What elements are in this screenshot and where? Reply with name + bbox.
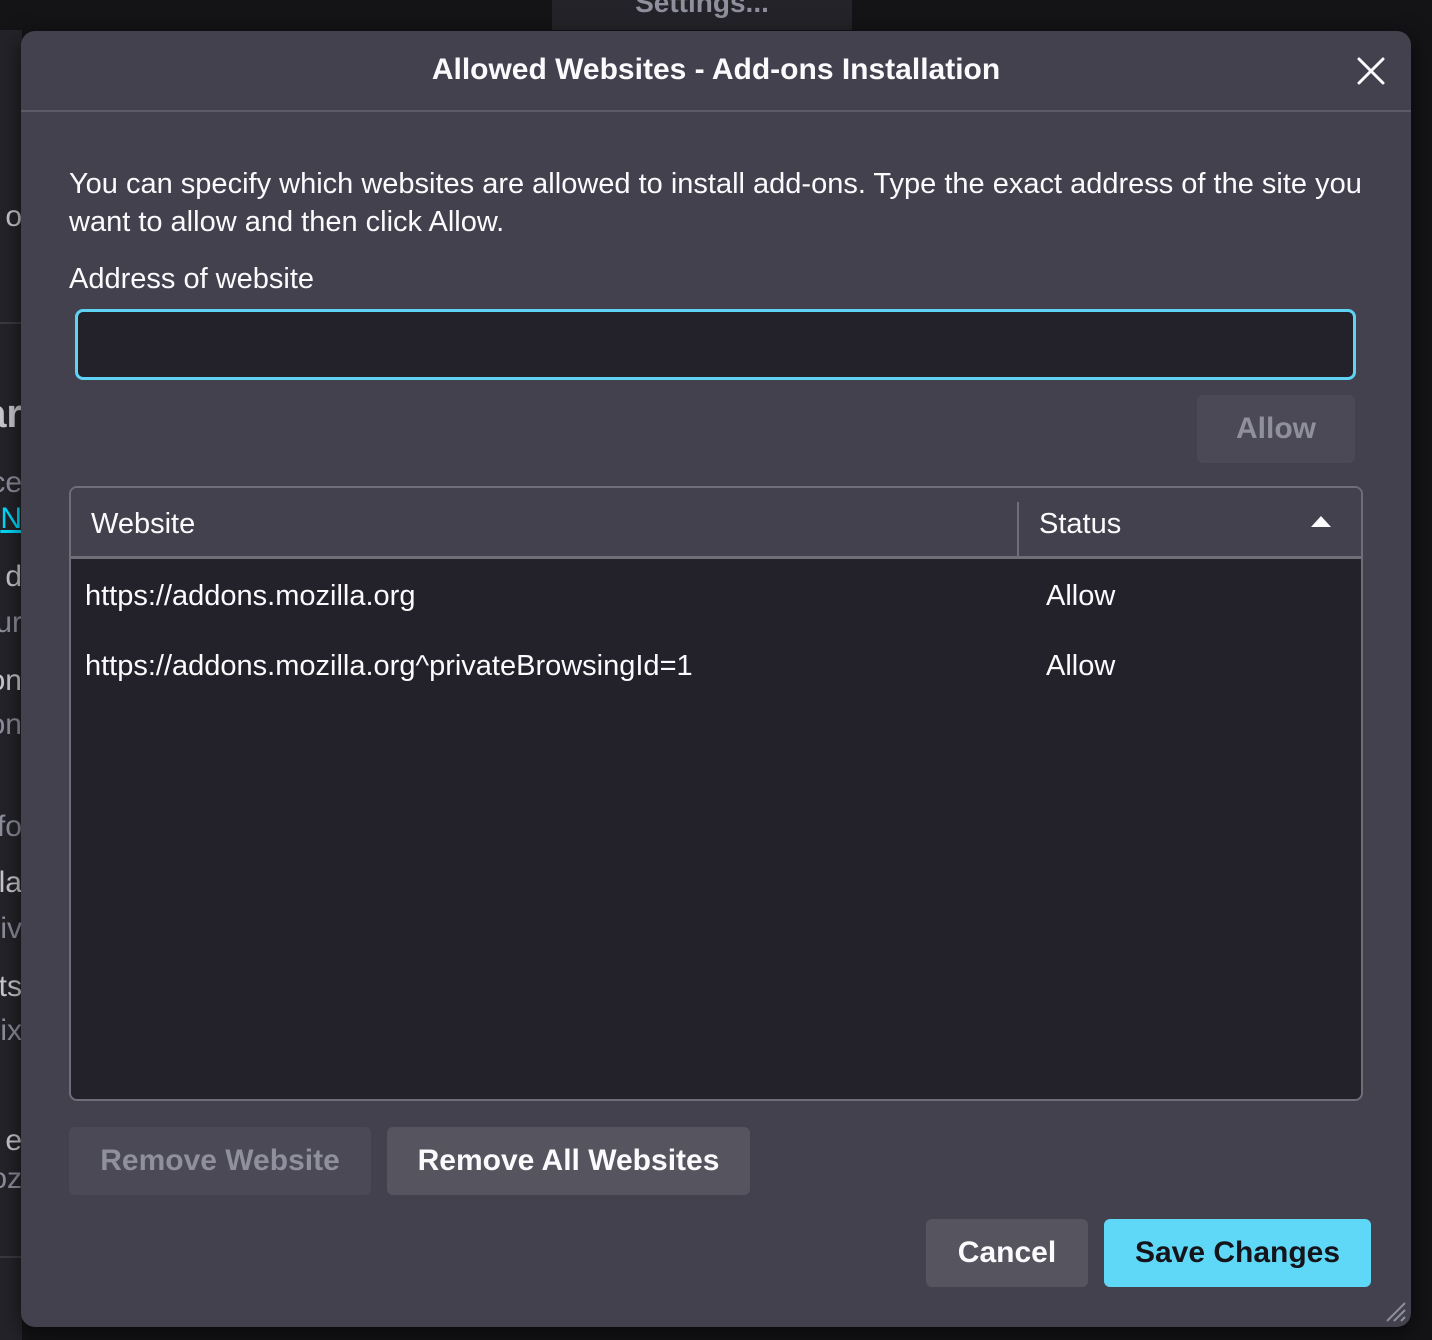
- bg-fragment: o: [5, 200, 22, 233]
- background-tab-title: Settings...: [635, 0, 769, 18]
- remove-website-button[interactable]: Remove Website: [69, 1127, 371, 1195]
- bg-fragment: on: [0, 708, 22, 741]
- remove-all-websites-button[interactable]: Remove All Websites: [387, 1127, 750, 1195]
- table-row[interactable]: https://addons.mozilla.org^privateBrowsi…: [71, 632, 1361, 702]
- bg-fragment: ce: [0, 466, 22, 499]
- background-tab: Settings...: [552, 0, 852, 30]
- table-row[interactable]: https://addons.mozilla.org Allow: [71, 562, 1361, 632]
- column-header-website[interactable]: Website: [91, 508, 195, 541]
- dialog-titlebar: Allowed Websites - Add-ons Installation: [21, 31, 1411, 112]
- close-icon: [1357, 57, 1385, 85]
- address-input[interactable]: [75, 309, 1356, 380]
- website-cell: https://addons.mozilla.org^privateBrowsi…: [85, 650, 693, 682]
- bg-fragment: ar: [0, 392, 22, 436]
- websites-table: Website Status https://addons.mozilla.or…: [69, 486, 1363, 1101]
- bg-fragment: on: [0, 664, 22, 697]
- close-button[interactable]: [1353, 53, 1389, 89]
- address-label: Address of website: [69, 263, 315, 295]
- bg-fragment: ur: [0, 606, 22, 639]
- bg-fragment: la: [0, 866, 22, 899]
- cancel-button[interactable]: Cancel: [926, 1219, 1088, 1287]
- bg-fragment: iv: [0, 912, 22, 945]
- sort-ascending-icon[interactable]: [1311, 516, 1331, 527]
- bg-fragment: ix: [0, 1014, 22, 1047]
- allow-button[interactable]: Allow: [1197, 395, 1355, 463]
- bg-fragment: rts: [0, 970, 22, 1003]
- bg-fragment: d: [5, 560, 22, 593]
- bg-fragment: N: [0, 502, 22, 535]
- bg-fragment: oz: [0, 1162, 22, 1195]
- allowed-websites-dialog: Allowed Websites - Add-ons Installation …: [21, 31, 1411, 1327]
- status-cell: Allow: [1046, 580, 1116, 612]
- resize-grip-icon[interactable]: [1381, 1297, 1407, 1323]
- background-sidebar: o ar ce N d ur on on fo la iv rts ix e o…: [0, 30, 22, 1340]
- column-header-status[interactable]: Status: [1039, 508, 1121, 541]
- bg-fragment: fo: [0, 810, 22, 843]
- dialog-description: You can specify which websites are allow…: [69, 168, 1362, 238]
- bg-fragment: e: [5, 1124, 22, 1157]
- save-changes-button[interactable]: Save Changes: [1104, 1219, 1371, 1287]
- column-divider[interactable]: [1017, 502, 1019, 559]
- bg-divider: [0, 322, 22, 324]
- bg-divider: [0, 1256, 22, 1258]
- table-header: Website Status: [71, 488, 1361, 559]
- status-cell: Allow: [1046, 650, 1116, 682]
- dialog-title: Allowed Websites - Add-ons Installation: [431, 53, 1001, 86]
- website-cell: https://addons.mozilla.org: [85, 580, 416, 612]
